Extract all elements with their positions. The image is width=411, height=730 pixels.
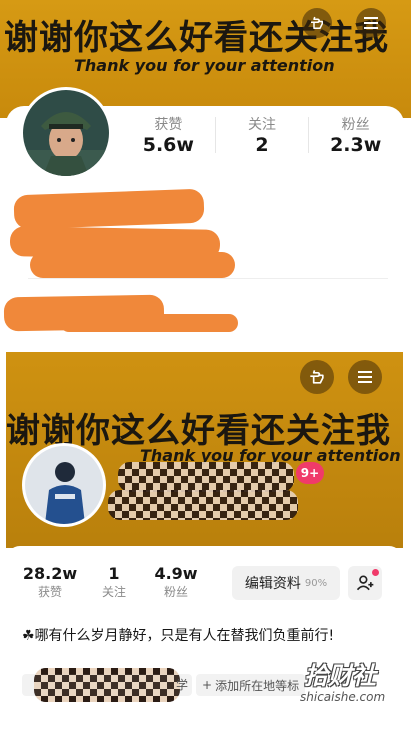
add-friend-button[interactable] [348,566,382,600]
stat-fans-2[interactable]: 4.9w 粉丝 [148,564,204,600]
stat-value: 4.9w [154,564,198,583]
redaction-blob [34,668,180,702]
stat-following-1[interactable]: 关注 2 [216,114,309,156]
stat-value: 2.3w [330,134,382,156]
stat-value: 2 [255,134,269,156]
stat-label: 关注 [101,585,126,599]
redaction-blob [30,252,235,278]
stat-following-2[interactable]: 1 关注 [90,564,138,600]
avatar-soldier [23,90,109,176]
watermark-url: shicaishe.com [300,690,386,704]
stat-likes-2[interactable]: 28.2w 获赞 [18,564,82,600]
edit-profile-button[interactable]: 编辑资料 90% [232,566,340,600]
bio-text: ☘哪有什么岁月静好，只是有人在替我们负重前行! [22,624,382,648]
banner-subtitle-1: Thank you for your attention [74,56,335,75]
watermark-logo: 拾财社 [304,662,376,690]
stats-row-1: 获赞 5.6w 关注 2 粉丝 2.3w [122,110,402,160]
redaction-blob [60,314,238,332]
stat-likes-1[interactable]: 获赞 5.6w [122,114,215,156]
profile-completion: 90% [304,577,328,589]
hand-point-button-2[interactable] [300,360,334,394]
stat-value: 28.2w [22,564,78,583]
red-dot [372,569,379,576]
stat-fans-1[interactable]: 粉丝 2.3w [309,114,402,156]
add-location-label: 添加所在地等标 [215,678,300,693]
stat-value: 5.6w [142,134,194,156]
avatar-person [25,446,103,524]
plus-icon: + [202,678,213,692]
hand-point-button-1[interactable] [302,8,332,38]
avatar-2[interactable] [22,443,106,527]
add-location-chip[interactable]: + 添加所在地等标 [196,674,306,696]
menu-button-1[interactable] [356,8,386,38]
stat-label: 粉丝 [163,585,188,599]
redaction-blob [118,462,294,492]
hand-point-icon [310,370,324,384]
stat-label: 粉丝 [341,117,370,133]
add-friend-icon [356,575,374,591]
menu-icon [364,17,378,29]
divider [28,278,388,279]
avatar-1[interactable] [20,87,112,179]
tag-fragment: 学 [176,678,189,692]
stat-value: 1 [108,564,120,583]
redaction-blob [108,490,298,520]
hand-point-icon [311,16,323,29]
bio: 哪有什么岁月静好，只是有人在替我们负重前行! [34,628,335,644]
redaction-blob [13,188,205,230]
clover-icon: ☘ [22,628,35,644]
stat-label: 获赞 [154,117,183,133]
edit-profile-label: 编辑资料 [244,576,301,592]
menu-icon [358,371,372,383]
stat-label: 关注 [248,117,276,133]
notification-badge[interactable]: 9+ [296,462,324,484]
menu-button-2[interactable] [348,360,382,394]
stat-label: 获赞 [37,585,62,599]
